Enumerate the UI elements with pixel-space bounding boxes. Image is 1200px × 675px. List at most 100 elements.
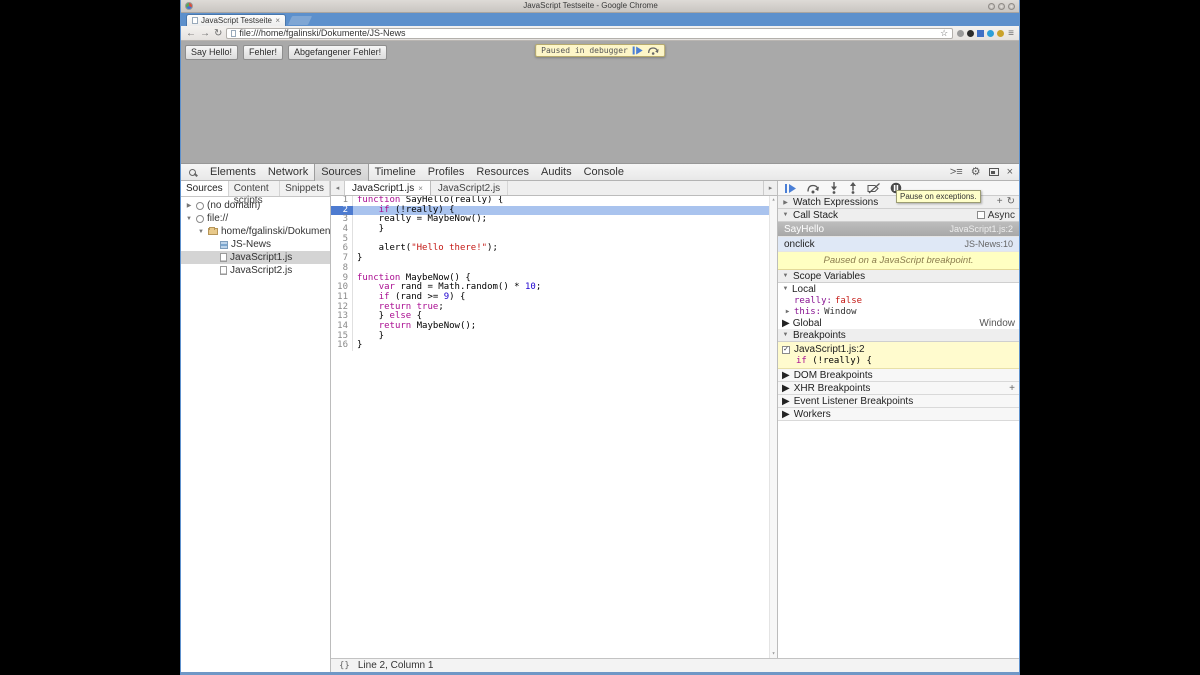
step-into-icon[interactable] — [829, 182, 839, 194]
scope-var-this[interactable]: ▶this: Window — [778, 306, 1019, 317]
section-scope-variables[interactable]: ▼ Scope Variables — [778, 270, 1019, 283]
panel-tab-audits[interactable]: Audits — [535, 164, 578, 181]
scroll-down-icon[interactable]: ▾ — [772, 650, 776, 658]
disclosure-icon[interactable]: ▶ — [782, 383, 790, 394]
resume-icon[interactable] — [784, 183, 797, 194]
section-event-listener-breakpoints[interactable]: ▶Event Listener Breakpoints — [778, 395, 1019, 408]
address-bar[interactable]: file:///home/fgalinski/Dokumente/JS-News… — [226, 28, 953, 39]
editor-tab-javascript2.js[interactable]: JavaScript2.js — [431, 181, 508, 195]
dock-side-icon[interactable] — [989, 168, 999, 176]
pretty-print-icon[interactable]: {} — [338, 660, 351, 672]
deactivate-breakpoints-icon[interactable] — [867, 183, 881, 194]
step-over-icon[interactable] — [806, 183, 820, 194]
async-toggle[interactable]: Async — [977, 210, 1015, 221]
extension-gray-icon[interactable] — [957, 30, 964, 37]
page-button-2[interactable]: Abgefangener Fehler! — [288, 45, 387, 60]
extension-black-icon[interactable] — [967, 30, 974, 37]
disclosure-icon[interactable]: ▼ — [782, 273, 789, 279]
banner-step-over-icon[interactable] — [647, 46, 659, 55]
page-button-1[interactable]: Fehler! — [243, 45, 283, 60]
tab-scroll-right-icon[interactable]: ▸ — [763, 181, 777, 195]
tree-item--no-domain-[interactable]: ▶(no domain) — [181, 199, 330, 212]
panel-tab-console[interactable]: Console — [578, 164, 630, 181]
line-number[interactable]: 1 — [331, 196, 353, 206]
browser-tab[interactable]: JavaScript Testseite × — [186, 14, 286, 26]
line-number[interactable]: 3 — [331, 215, 353, 225]
tree-item-home-fgalinski-dokumente[interactable]: ▼home/fgalinski/Dokumente — [181, 225, 330, 238]
new-tab-button[interactable] — [288, 16, 312, 25]
source-code[interactable]: ▴ ▾ 1function SayHello(really) {2 if (!r… — [331, 196, 777, 658]
extension-blue-square-icon[interactable] — [977, 30, 984, 37]
tree-item-javascript2-js[interactable]: JavaScript2.js — [181, 264, 330, 277]
disclosure-icon[interactable]: ▼ — [782, 286, 789, 292]
step-out-icon[interactable] — [848, 182, 858, 194]
sidebar-tab-content-scripts[interactable]: Content scripts — [229, 181, 280, 196]
section-breakpoints[interactable]: ▼ Breakpoints — [778, 329, 1019, 342]
sidebar-tab-snippets[interactable]: Snippets — [280, 181, 330, 196]
disclosure-icon[interactable]: ▼ — [782, 332, 789, 338]
disclosure-icon[interactable]: ▶ — [782, 370, 790, 381]
url-text[interactable]: file:///home/fgalinski/Dokumente/JS-News — [239, 28, 405, 38]
editor-scrollbar[interactable]: ▴ ▾ — [769, 196, 777, 658]
bookmark-star-icon[interactable]: ☆ — [940, 27, 948, 40]
extension-yellow-icon[interactable] — [997, 30, 1004, 37]
tree-item-javascript1-js[interactable]: JavaScript1.js — [181, 251, 330, 264]
disclosure-icon[interactable]: ▶ — [782, 318, 790, 329]
async-checkbox[interactable] — [977, 211, 985, 219]
panel-tab-elements[interactable]: Elements — [204, 164, 262, 181]
line-number[interactable]: 8 — [331, 264, 353, 274]
scope-var-really[interactable]: really: false — [778, 295, 1019, 306]
panel-tab-network[interactable]: Network — [262, 164, 314, 181]
search-icon[interactable] — [189, 169, 196, 176]
panel-tab-profiles[interactable]: Profiles — [422, 164, 471, 181]
devtools-close-icon[interactable]: × — [1007, 166, 1013, 178]
section-call-stack[interactable]: ▼ Call Stack Async — [778, 209, 1019, 222]
sidebar-tab-sources[interactable]: Sources — [181, 181, 229, 196]
editor-tab-javascript1.js[interactable]: JavaScript1.js× — [345, 181, 431, 195]
section-workers[interactable]: ▶Workers — [778, 408, 1019, 421]
disclosure-icon[interactable]: ▶ — [782, 199, 789, 206]
scope-group-local[interactable]: ▼Local — [778, 283, 1019, 295]
banner-resume-icon[interactable] — [632, 46, 643, 55]
console-drawer-icon[interactable]: >≡ — [950, 166, 963, 178]
tree-disclosure-icon[interactable]: ▼ — [185, 216, 193, 222]
line-number[interactable]: 7 — [331, 254, 353, 264]
line-number[interactable]: 5 — [331, 235, 353, 245]
breakpoint-checkbox[interactable]: ✓ — [782, 346, 790, 354]
forward-icon[interactable]: → — [200, 27, 210, 40]
disclosure-icon[interactable]: ▶ — [782, 409, 790, 420]
section-dom-breakpoints[interactable]: ▶DOM Breakpoints — [778, 369, 1019, 382]
tree-item-js-news[interactable]: JS-News — [181, 238, 330, 251]
maximize-button[interactable] — [998, 3, 1005, 10]
line-number[interactable]: 2 — [331, 206, 353, 216]
reload-icon[interactable]: ↻ — [214, 27, 222, 40]
add-icon[interactable]: + — [1009, 383, 1015, 394]
tree-disclosure-icon[interactable]: ▼ — [197, 229, 205, 235]
panel-tab-sources[interactable]: Sources — [314, 164, 368, 181]
back-icon[interactable]: ← — [186, 27, 196, 40]
line-number[interactable]: 16 — [331, 341, 353, 351]
disclosure-icon[interactable]: ▼ — [782, 212, 789, 218]
line-number[interactable]: 4 — [331, 225, 353, 235]
menu-icon[interactable]: ≡ — [1008, 27, 1014, 40]
call-frame-sayhello[interactable]: SayHelloJavaScript1.js:2 — [778, 222, 1019, 237]
scroll-up-icon[interactable]: ▴ — [772, 196, 776, 204]
scope-group-global[interactable]: ▶GlobalWindow — [778, 317, 1019, 329]
line-number[interactable]: 6 — [331, 244, 353, 254]
tab-close-icon[interactable]: × — [275, 16, 280, 25]
minimize-button[interactable] — [988, 3, 995, 10]
tree-item-file-[interactable]: ▼file:// — [181, 212, 330, 225]
section-xhr-breakpoints[interactable]: ▶XHR Breakpoints+ — [778, 382, 1019, 395]
editor-tab-close-icon[interactable]: × — [418, 182, 423, 195]
refresh-watch-icon[interactable]: ↻ — [1007, 197, 1015, 207]
disclosure-icon[interactable]: ▶ — [782, 396, 790, 407]
disclosure-icon[interactable]: ▶ — [784, 308, 791, 315]
tree-disclosure-icon[interactable]: ▶ — [185, 202, 193, 209]
tab-scroll-left-icon[interactable]: ◂ — [331, 181, 345, 195]
panel-tab-timeline[interactable]: Timeline — [369, 164, 422, 181]
panel-tab-resources[interactable]: Resources — [470, 164, 535, 181]
add-watch-icon[interactable]: + — [997, 197, 1003, 207]
extension-teal-icon[interactable] — [987, 30, 994, 37]
call-frame-onclick[interactable]: onclickJS-News:10 — [778, 237, 1019, 252]
close-button[interactable] — [1008, 3, 1015, 10]
